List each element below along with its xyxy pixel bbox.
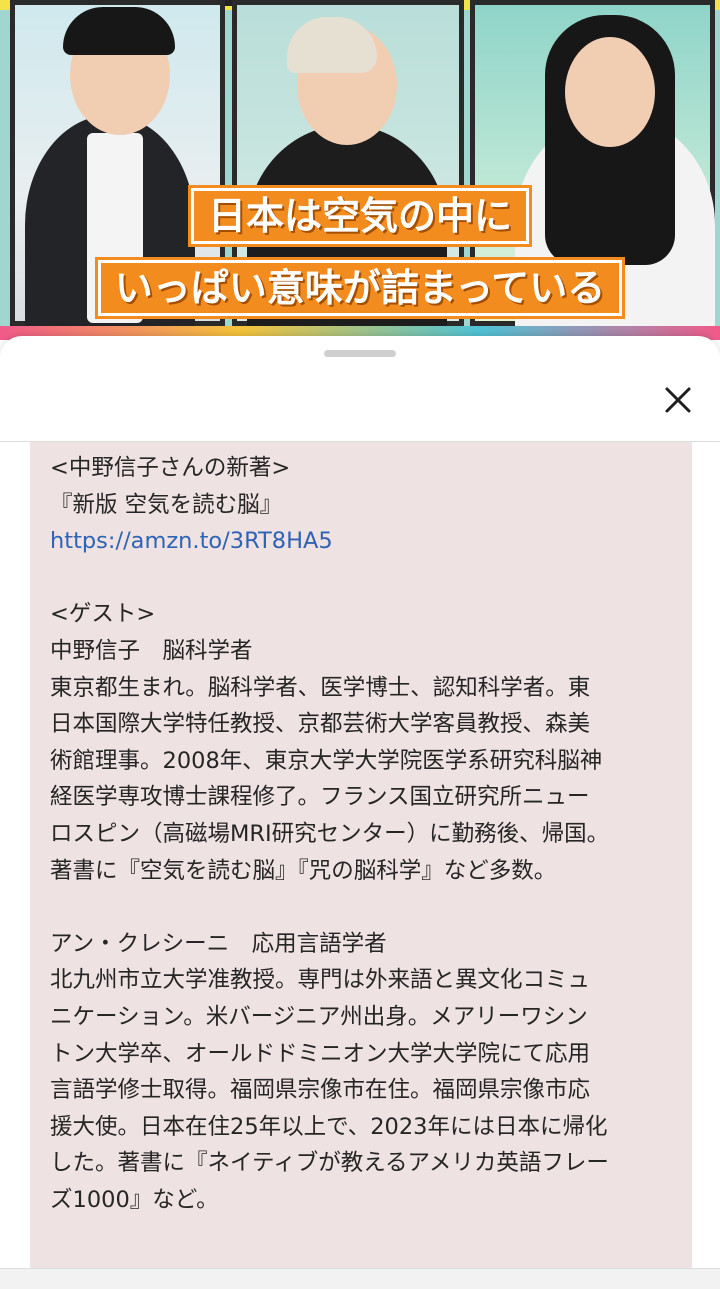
guest1-name: 中野信子 脳科学者 [50, 637, 253, 664]
description-sheet: <中野信子さんの新著> 『新版 空気を読む脳』 https://amzn.to/… [0, 336, 720, 1288]
guest2-bio-line: 北九州市立大学准教授。専門は外来語と異文化コミュ [50, 967, 591, 994]
guest1-bio-line: 術館理事。2008年、東京大学大学院医学系研究科脳神 [50, 747, 603, 774]
video-player[interactable]: 日本は空気の中に いっぱい意味が詰まっている [0, 0, 720, 340]
guest2-bio-line: トン大学卒、オールドドミニオン大学大学院にて応用 [50, 1040, 591, 1067]
guest2-bio-line: した。著書に『ネイティブが教えるアメリカ英語フレー [50, 1150, 609, 1177]
guest1-bio-line: 日本国際大学特任教授、京都芸術大学客員教授、森美 [50, 711, 591, 738]
guest1-bio-line: ロスピン（高磁場MRI研究センター）に勤務後、帰国。 [50, 820, 610, 847]
close-button[interactable] [654, 376, 702, 424]
description-box: <中野信子さんの新著> 『新版 空気を読む脳』 https://amzn.to/… [30, 442, 692, 1268]
bottom-bar [0, 1268, 720, 1289]
book-heading: <中野信子さんの新著> [50, 455, 291, 481]
guest2-name: アン・クレシーニ 応用言語学者 [50, 930, 387, 957]
guest-heading: <ゲスト> [50, 601, 156, 628]
guest2-bio-line: ニケーション。米バージニア州出身。メアリーワシン [50, 1003, 588, 1030]
book-link[interactable]: https://amzn.to/3RT8HA5 [50, 523, 680, 560]
video-caption-line2: いっぱい意味が詰まっている [0, 260, 720, 316]
drag-handle[interactable] [324, 350, 396, 357]
guest1-bio-line: 東京都生まれ。脳科学者、医学博士、認知科学者。東 [50, 674, 591, 701]
guest1-bio-line: 著書に『空気を読む脳』『咒の脳科学』など多数。 [50, 857, 557, 884]
book-title: 『新版 空気を読む脳』 [50, 491, 283, 518]
video-caption-line1: 日本は空気の中に [0, 188, 720, 244]
guest2-bio-line: 言語学修士取得。福岡県宗像市在住。福岡県宗像市応 [50, 1077, 591, 1104]
guest2-bio-line: 援大使。日本在住25年以上で、2023年には日本に帰化 [50, 1113, 608, 1140]
guest2-bio-line: ズ1000』など。 [50, 1186, 219, 1213]
close-icon [665, 387, 691, 413]
guest1-bio-line: 経医学専攻博士課程修了。フランス国立研究所ニュー [50, 784, 590, 811]
